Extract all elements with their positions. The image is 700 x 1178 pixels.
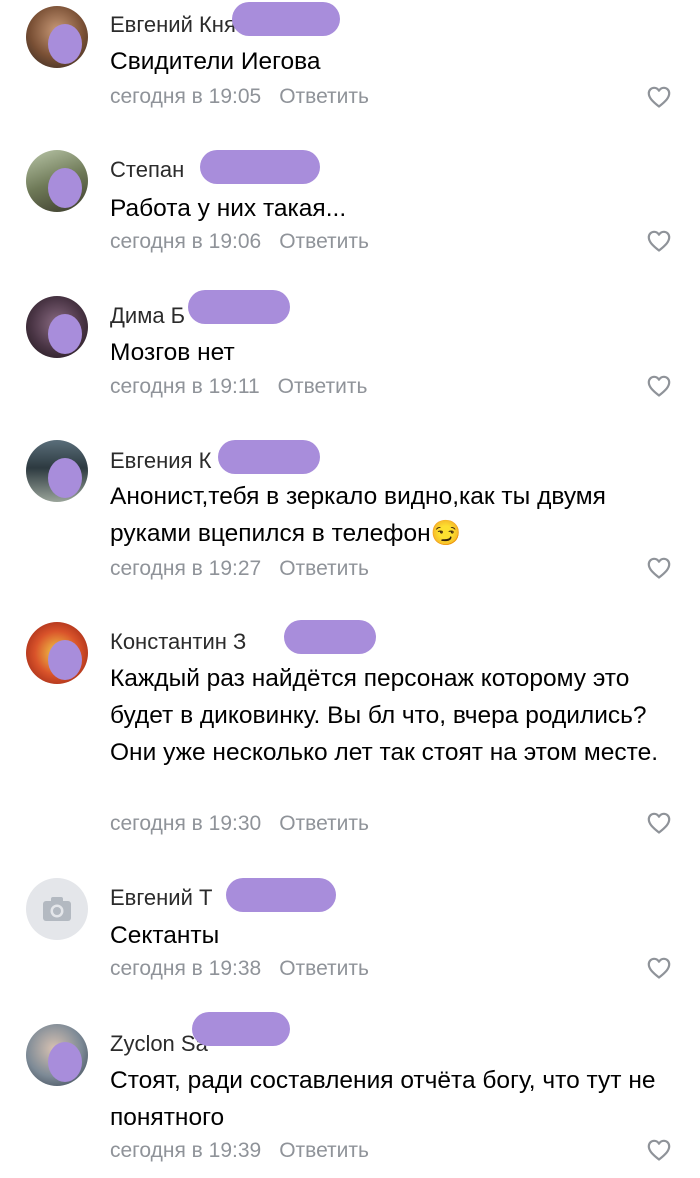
- like-button[interactable]: [647, 1139, 671, 1161]
- camera-icon: [43, 897, 71, 921]
- reply-link[interactable]: Ответить: [279, 230, 369, 253]
- avatar-redaction: [48, 24, 82, 64]
- reply-link[interactable]: Ответить: [279, 85, 369, 108]
- heart-outline-icon: [647, 375, 671, 397]
- name-redaction: [284, 620, 376, 654]
- avatar[interactable]: [26, 6, 88, 68]
- like-button[interactable]: [647, 375, 671, 397]
- name-redaction: [192, 1012, 290, 1046]
- comment-text: Мозгов нет: [110, 339, 235, 366]
- comment-meta: сегодня в 19:11 Ответить: [110, 375, 367, 399]
- heart-outline-icon: [647, 86, 671, 108]
- comment-meta: сегодня в 19:05 Ответить: [110, 85, 369, 109]
- comment-text: Каждый раз найдётся персонаж которому эт…: [110, 665, 658, 766]
- like-button[interactable]: [647, 957, 671, 979]
- avatar-redaction: [48, 1042, 82, 1082]
- heart-outline-icon: [647, 1139, 671, 1161]
- comment-meta: сегодня в 19:30 Ответить: [110, 812, 369, 836]
- like-button[interactable]: [647, 557, 671, 579]
- comment-author[interactable]: Евгения К: [110, 448, 211, 474]
- comment-time: сегодня в 19:05: [110, 85, 262, 108]
- reply-link[interactable]: Ответить: [279, 557, 369, 580]
- avatar-redaction: [48, 168, 82, 208]
- avatar[interactable]: [26, 622, 88, 684]
- comment-text: Свидители Иегова: [110, 48, 321, 75]
- name-redaction: [200, 150, 320, 184]
- comment-text: Стоят, ради составления отчёта богу, что…: [110, 1067, 656, 1131]
- comment-text: Работа у них такая...: [110, 195, 347, 222]
- avatar-redaction: [48, 640, 82, 680]
- comment-time: сегодня в 19:39: [110, 1139, 262, 1162]
- comment-meta: сегодня в 19:27 Ответить: [110, 557, 369, 581]
- avatar[interactable]: [26, 296, 88, 358]
- avatar[interactable]: [26, 150, 88, 212]
- reply-link[interactable]: Ответить: [279, 812, 369, 835]
- comment-time: сегодня в 19:30: [110, 812, 262, 835]
- comment-meta: сегодня в 19:39 Ответить: [110, 1139, 369, 1163]
- heart-outline-icon: [647, 230, 671, 252]
- name-redaction: [226, 878, 336, 912]
- reply-link[interactable]: Ответить: [279, 957, 369, 980]
- comment-author[interactable]: Константин З: [110, 629, 246, 655]
- avatar[interactable]: [26, 440, 88, 502]
- comment-text: Анонист,тебя в зеркало видно,как ты двум…: [110, 483, 606, 547]
- avatar-redaction: [48, 458, 82, 498]
- reply-link[interactable]: Ответить: [278, 375, 368, 398]
- avatar-redaction: [48, 314, 82, 354]
- name-redaction: [232, 2, 340, 36]
- avatar[interactable]: [26, 1024, 88, 1086]
- comment-author[interactable]: Евгений Т: [110, 885, 212, 911]
- reply-link[interactable]: Ответить: [279, 1139, 369, 1162]
- comment-text: Сектанты: [110, 922, 220, 949]
- like-button[interactable]: [647, 812, 671, 834]
- comment-time: сегодня в 19:11: [110, 375, 260, 398]
- heart-outline-icon: [647, 812, 671, 834]
- comment-meta: сегодня в 19:38 Ответить: [110, 957, 369, 981]
- like-button[interactable]: [647, 230, 671, 252]
- name-redaction: [218, 440, 320, 474]
- comment-author[interactable]: Степан: [110, 157, 184, 183]
- avatar[interactable]: [26, 878, 88, 940]
- heart-outline-icon: [647, 957, 671, 979]
- comment-author[interactable]: Дима Б: [110, 303, 185, 329]
- comment-time: сегодня в 19:06: [110, 230, 262, 253]
- like-button[interactable]: [647, 86, 671, 108]
- comment-time: сегодня в 19:27: [110, 557, 262, 580]
- name-redaction: [188, 290, 290, 324]
- heart-outline-icon: [647, 557, 671, 579]
- comment-time: сегодня в 19:38: [110, 957, 262, 980]
- comment-meta: сегодня в 19:06 Ответить: [110, 230, 369, 254]
